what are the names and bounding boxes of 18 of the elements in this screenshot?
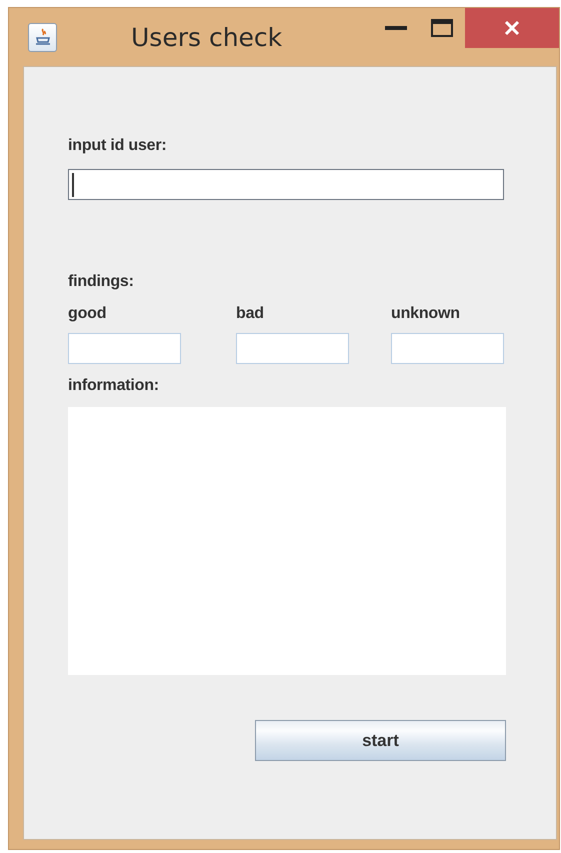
counter-field[interactable] [391, 333, 504, 364]
close-icon [504, 20, 520, 36]
section-label: findings: [68, 273, 135, 291]
text-cursor [72, 172, 74, 196]
counter-field[interactable] [68, 333, 181, 364]
minimize-icon [385, 26, 407, 30]
counter-field[interactable] [236, 333, 349, 364]
start-button[interactable]: start [255, 720, 506, 761]
counter-label: unknown [391, 305, 461, 323]
maximize-icon [431, 19, 453, 37]
window-title: Users check [131, 22, 282, 52]
field-label: information: [68, 377, 160, 395]
counter-label: good [68, 305, 108, 323]
field-label: input id user: [68, 137, 168, 155]
close-button[interactable] [465, 8, 559, 48]
user-id-field[interactable] [68, 169, 504, 200]
app-icon[interactable] [28, 22, 57, 52]
counter-label: bad [236, 305, 265, 323]
